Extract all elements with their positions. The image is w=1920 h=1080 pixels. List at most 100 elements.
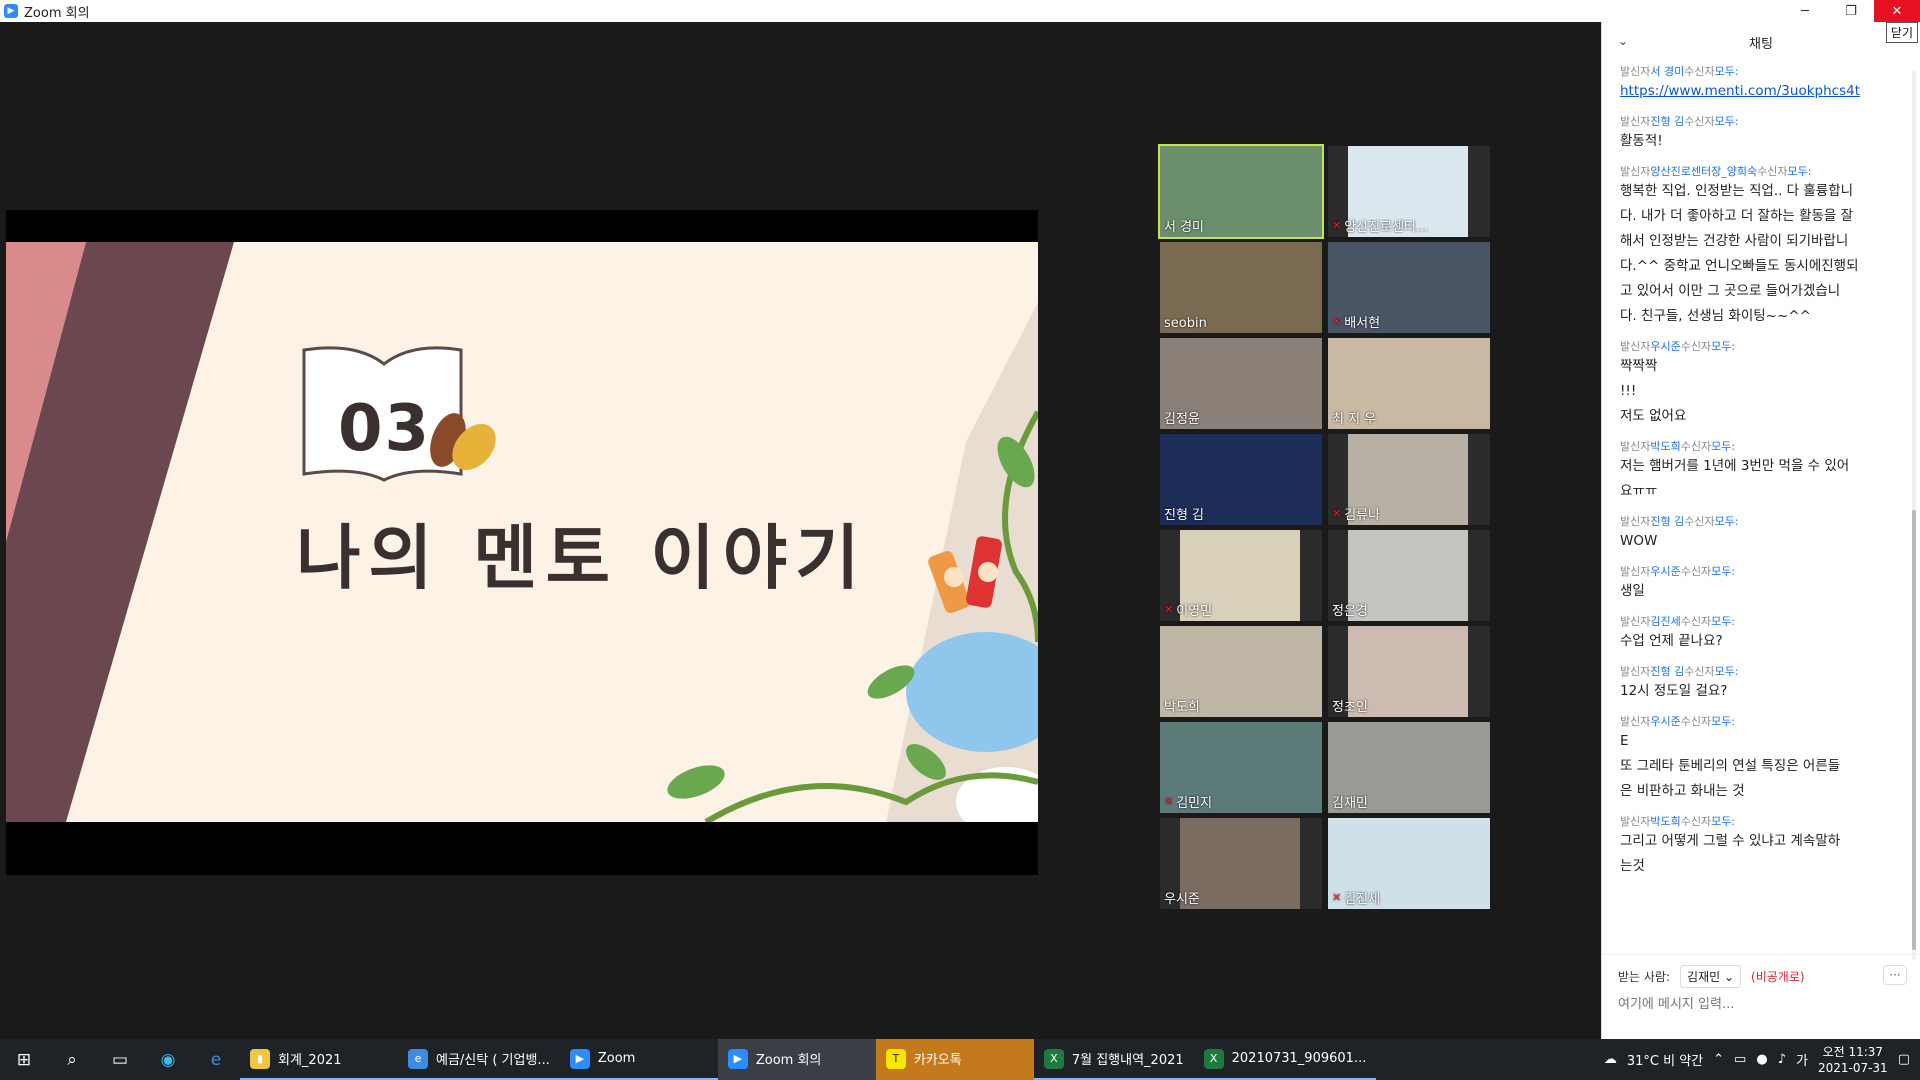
taskbar-app-icon: ▶ [569, 1048, 590, 1069]
participant-tile[interactable]: 김정윤 [1160, 338, 1322, 429]
taskbar-app-label: 7월 집행내역_2021 [1071, 1053, 1184, 1068]
chat-log[interactable]: 발신자서 경미수신자모두: https://www.menti.com/3uokp… [1620, 64, 1900, 959]
recipient-select[interactable]: 김재민 ⌄ [1680, 965, 1742, 988]
chat-message: 발신자우시준수신자모두: E 또 그레타 툰베리의 연설 특징은 어른들 은 비판하고… [1620, 714, 1900, 804]
chat-meta-mid: 수신자 [1680, 440, 1712, 453]
more-options-button[interactable]: ··· [1883, 965, 1907, 985]
participant-tile[interactable]: 우시준 [1160, 818, 1322, 909]
windows-start-icon[interactable]: ⊞ [0, 1039, 48, 1080]
participant-tile[interactable]: 최 지 우 [1328, 338, 1490, 429]
window-title: Zoom 회의 [24, 5, 90, 21]
chat-message: 발신자김진세수신자모두: 수업 언제 끝나요? [1620, 614, 1900, 654]
chat-meta-sender[interactable]: 우시준 [1650, 565, 1680, 578]
minimize-button[interactable]: ─ [1782, 0, 1828, 22]
participant-tile[interactable]: 김재민 [1328, 722, 1490, 813]
scrollbar-thumb[interactable] [1912, 510, 1916, 950]
participant-tile[interactable]: ✕ 김민지 [1160, 722, 1322, 813]
mic-muted-icon: ✕ [1332, 219, 1342, 232]
taskbar-app[interactable]: X 20210731_909601... [1193, 1039, 1377, 1080]
chat-message-input[interactable] [1618, 997, 1898, 1012]
chevron-up-icon[interactable]: ⌃ [1713, 1052, 1724, 1067]
private-label: (비공개로) [1751, 970, 1805, 984]
close-button[interactable]: ✕ [1874, 0, 1920, 22]
chat-message: 발신자양산진로센터장_양희숙수신자모두: 행복한 직업. 인정받는 직업.. 다 … [1620, 164, 1900, 329]
chat-message-text: 다. 친구들, 선생님 화이팅~~^^ [1620, 308, 1811, 324]
taskbar-app-label: Zoom [597, 1051, 636, 1066]
slide-title: 나의 멘토 이야기 [296, 517, 868, 599]
participant-tile[interactable]: ✕ 양산진로센터... [1328, 146, 1490, 237]
chat-message-meta: 발신자김진세수신자모두: [1620, 614, 1900, 629]
participant-name: ✕ 이영민 [1164, 600, 1212, 619]
participant-name-text: 박도희 [1164, 700, 1200, 715]
chat-message-text: !!! [1620, 383, 1637, 399]
ie-icon[interactable]: e [192, 1039, 240, 1080]
clock[interactable]: 오전 11:37 2021-07-31 [1818, 1044, 1888, 1076]
taskbar-app[interactable]: X 7월 집행내역_2021 [1033, 1039, 1194, 1080]
network-icon[interactable]: ▭ [1734, 1052, 1746, 1067]
participant-tile[interactable]: ✕ 이영민 [1160, 530, 1322, 621]
mic-icon[interactable]: ● [1756, 1052, 1767, 1067]
chat-meta-to: 모두: [1787, 165, 1812, 178]
chat-message-meta: 발신자우시준수신자모두: [1620, 339, 1900, 354]
chat-meta-mid: 수신자 [1680, 715, 1712, 728]
participant-tile[interactable]: 정은경 [1328, 530, 1490, 621]
participant-name: 서 경미 [1164, 216, 1204, 235]
chat-message-text: 은 비판하고 화내는 것 [1620, 783, 1745, 799]
chat-meta-sender[interactable]: 진형 김 [1650, 515, 1684, 528]
participant-tile[interactable]: 정초인 [1328, 626, 1490, 717]
chat-meta-sender[interactable]: 박도희 [1650, 440, 1680, 453]
participant-tile[interactable]: ✕ 김류나 [1328, 434, 1490, 525]
chat-message-text: 짝짝짝 [1620, 358, 1658, 374]
taskbar-app[interactable]: ▮ 회계_2021 [240, 1039, 398, 1080]
restore-button[interactable]: ❐ [1828, 0, 1874, 22]
meeting-area: 03 나의 멘토 이야기 서 경미 ✕ 양산진로센터... seobin ✕ 배서현 김정윤… [0, 22, 1600, 1039]
chat-scrollbar[interactable] [1912, 70, 1916, 960]
participant-name-text: 김진세 [1344, 892, 1381, 907]
chat-meta-sender[interactable]: 진형 김 [1650, 665, 1684, 678]
participant-tile[interactable]: seobin [1160, 242, 1322, 333]
participant-name: 김정윤 [1164, 408, 1200, 427]
edge-icon[interactable]: ◉ [144, 1039, 192, 1080]
chat-meta-to: 모두: [1714, 665, 1739, 678]
taskbar-app[interactable]: T 카카오톡 [875, 1039, 1034, 1080]
participant-tile[interactable]: 진형 김 [1160, 434, 1322, 525]
chat-message-text: E [1620, 733, 1629, 749]
chat-meta-sender[interactable]: 우시준 [1650, 715, 1680, 728]
chevron-down-icon[interactable]: ⌄ [1618, 34, 1628, 48]
taskbar-app[interactable]: ▶ Zoom [559, 1039, 718, 1080]
participant-tile[interactable]: ✕ 김진세 [1328, 818, 1490, 909]
volume-icon[interactable]: ♪ [1778, 1052, 1786, 1067]
participant-tile[interactable]: 서 경미 [1158, 144, 1324, 239]
chat-meta-sender[interactable]: 서 경미 [1650, 65, 1684, 78]
chat-link[interactable]: https://www.menti.com/3uokphcs4t [1620, 79, 1900, 104]
chat-meta-sender[interactable]: 우시준 [1650, 340, 1680, 353]
chat-message-meta: 발신자박도희수신자모두: [1620, 814, 1900, 829]
ime-indicator[interactable]: 가 [1796, 1050, 1808, 1069]
chat-meta-to: 모두: [1711, 715, 1736, 728]
chat-message-meta: 발신자우시준수신자모두: [1620, 564, 1900, 579]
chat-meta-sender[interactable]: 진형 김 [1650, 115, 1684, 128]
taskbar-app[interactable]: ▶ Zoom 회의 [717, 1039, 876, 1080]
chat-message-text: 수업 언제 끝나요? [1620, 633, 1723, 649]
weather-text[interactable]: 31°C 비 약간 [1627, 1050, 1703, 1069]
mic-muted-icon: ✕ [1332, 315, 1342, 328]
notification-icon[interactable]: ▢ [1898, 1052, 1910, 1067]
taskbar-app-icon: T [885, 1048, 906, 1069]
chat-message-text: 또 그레타 툰베리의 연설 특징은 어른들 [1620, 758, 1841, 774]
taskbar-app-label: 20210731_909601... [1231, 1051, 1367, 1066]
chat-meta-sender[interactable]: 양산진로센터장_양희숙 [1650, 165, 1757, 178]
chat-message: 발신자박도희수신자모두: 그리고 어떻게 그럴 수 있냐고 계속말하 는것 [1620, 814, 1900, 879]
mic-muted-icon: ✕ [1164, 795, 1174, 808]
participant-name-text: 정은경 [1332, 604, 1368, 619]
taskbar-app[interactable]: e 예금/신탁 ( 기업뱅... [398, 1039, 560, 1080]
chat-meta-sender[interactable]: 김진세 [1650, 615, 1680, 628]
search-icon[interactable]: ⌕ [48, 1039, 96, 1080]
task-view-icon[interactable]: ▭ [96, 1039, 144, 1080]
participant-name-text: 김류나 [1344, 508, 1381, 523]
participant-tile[interactable]: 박도희 [1160, 626, 1322, 717]
window-controls: ─ ❐ ✕ [1782, 0, 1920, 22]
chat-message-text: 다.^^ 중학교 언니오빠들도 동시에진행되 [1620, 258, 1859, 274]
chat-meta-sender[interactable]: 박도희 [1650, 815, 1680, 828]
taskbar-app-icon: X [1203, 1048, 1224, 1069]
participant-tile[interactable]: ✕ 배서현 [1328, 242, 1490, 333]
